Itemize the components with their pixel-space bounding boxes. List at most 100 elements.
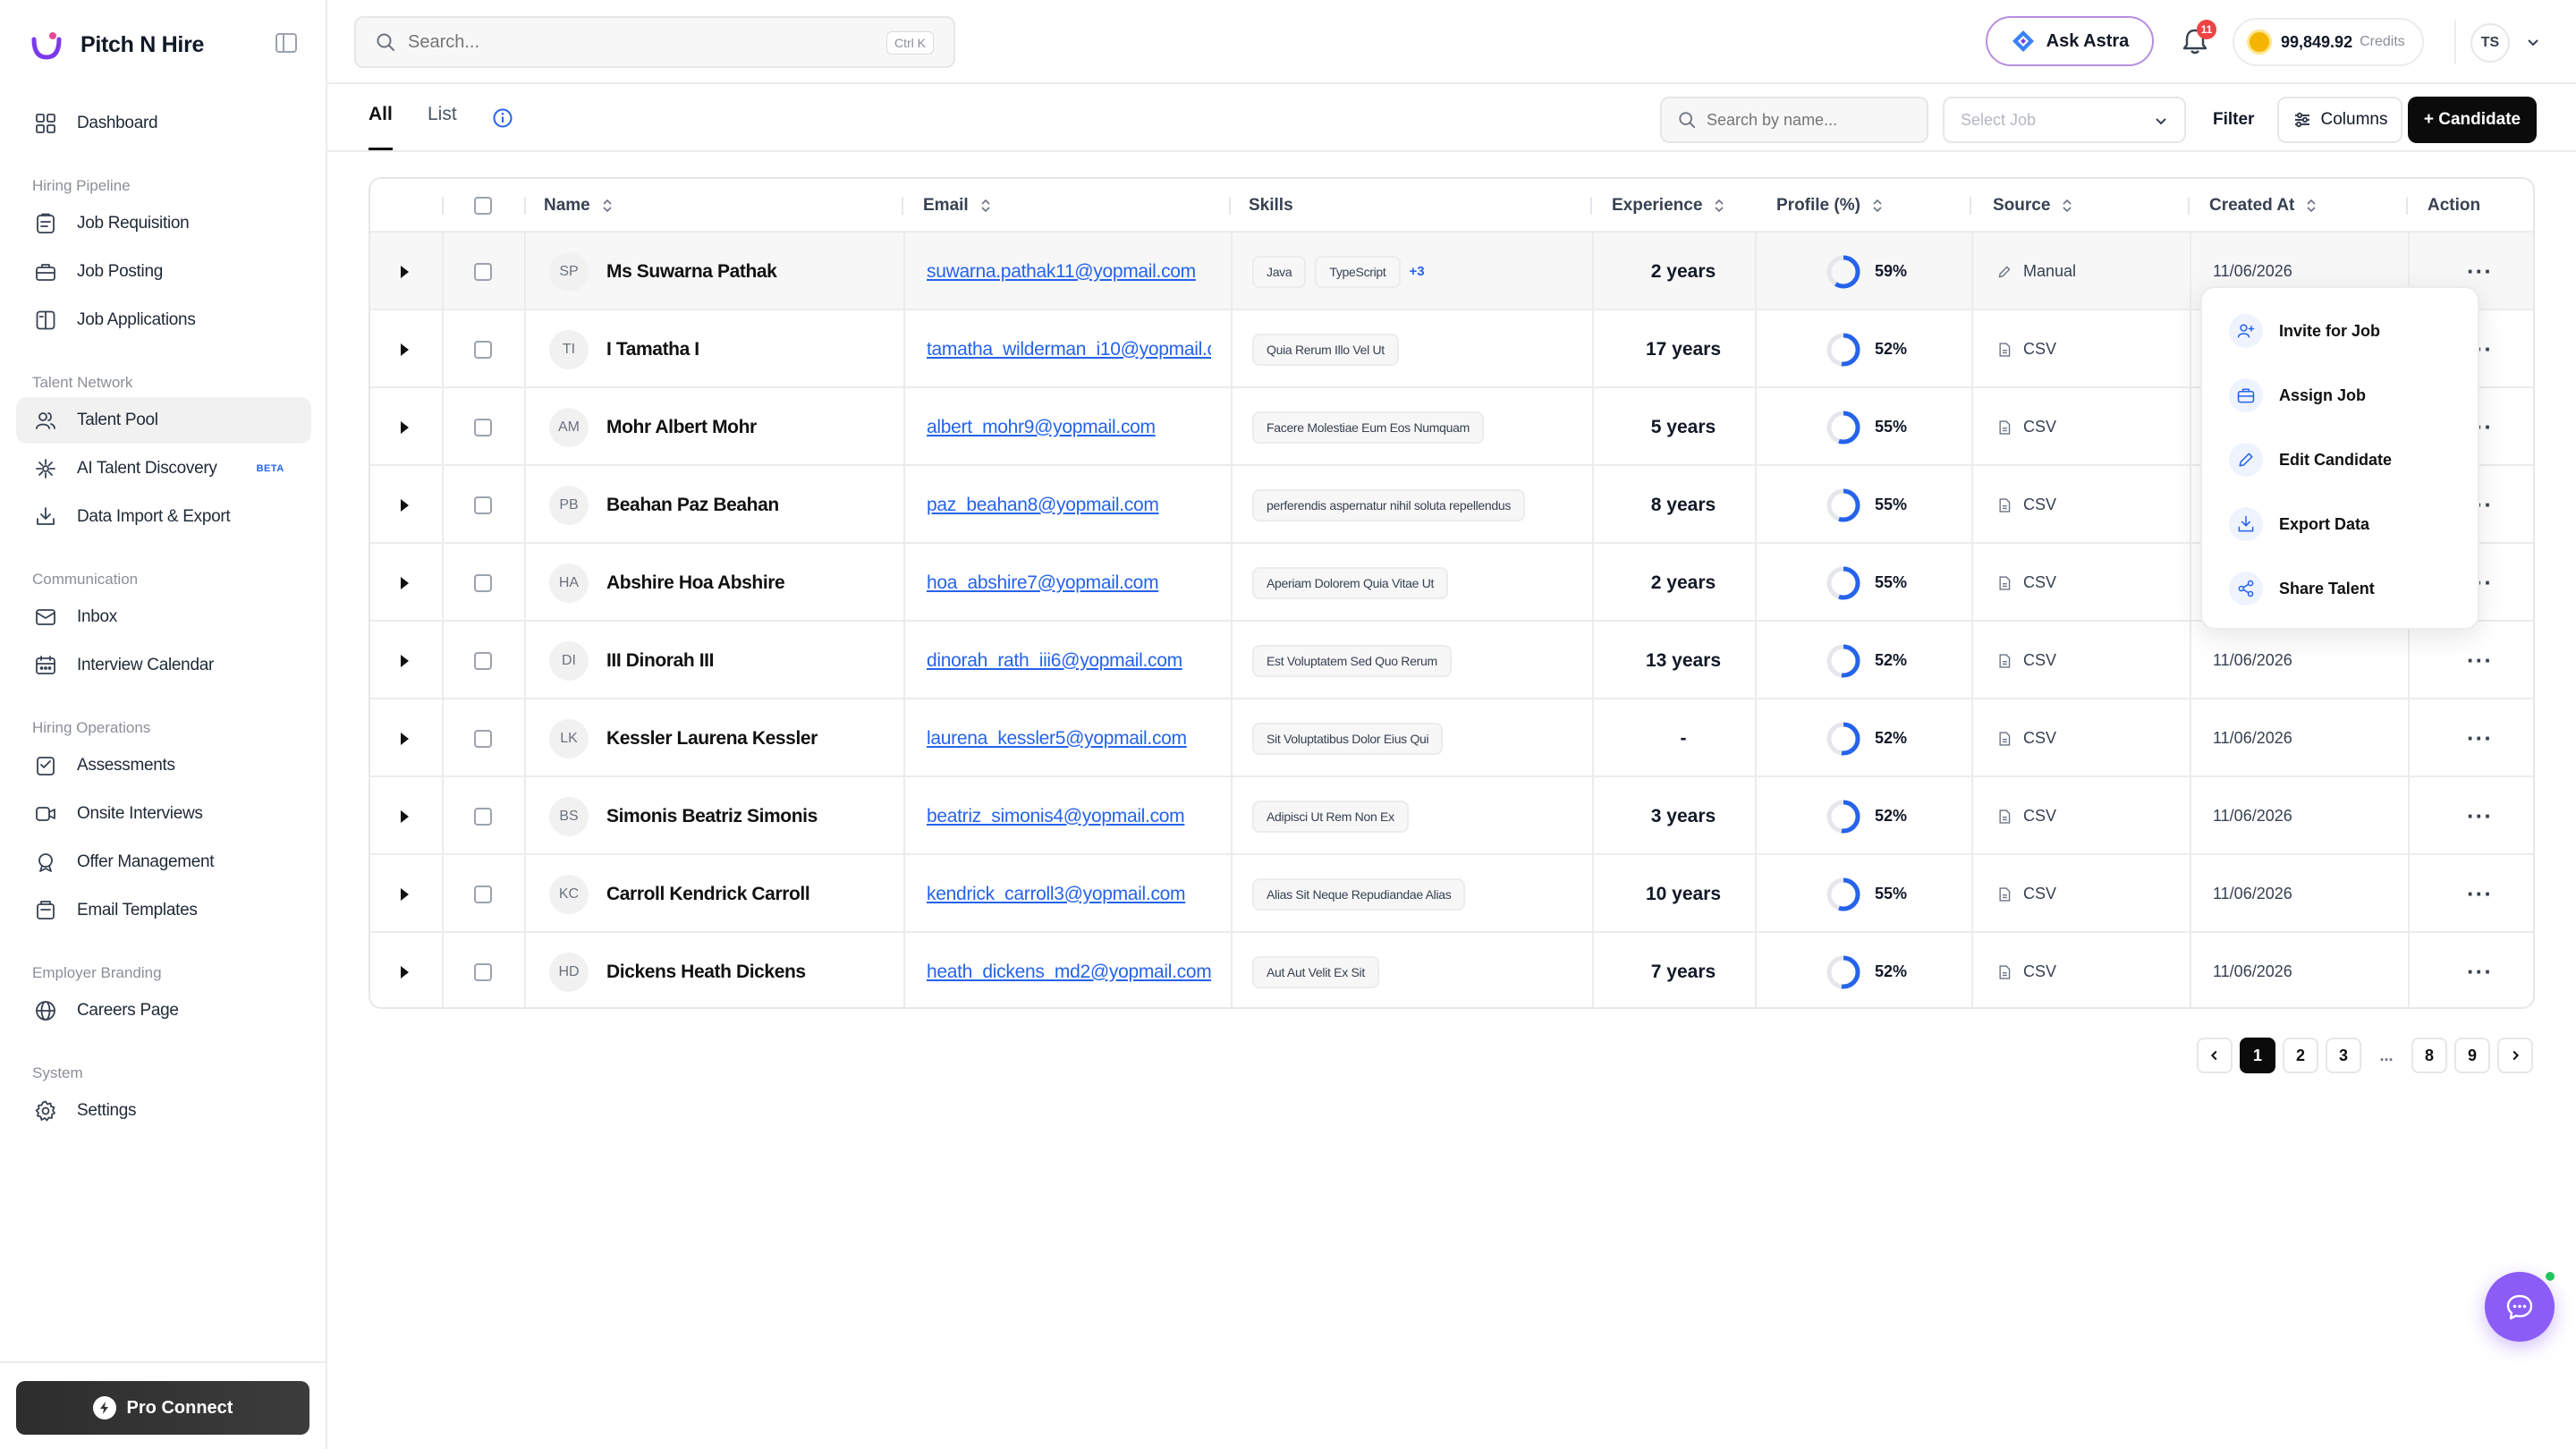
- job-select[interactable]: Select Job: [1943, 97, 2186, 143]
- candidate-name-cell[interactable]: DI III Dinorah III: [549, 622, 714, 699]
- candidate-name-cell[interactable]: TI I Tamatha I: [549, 310, 699, 388]
- page-button-9[interactable]: 9: [2454, 1038, 2490, 1073]
- sidebar-item-job-applications[interactable]: Job Applications: [16, 297, 311, 343]
- table-row[interactable]: HD Dickens Heath Dickens heath_dickens_md2…: [370, 933, 2533, 1007]
- header-created[interactable]: Created At: [2209, 179, 2318, 233]
- row-checkbox[interactable]: [474, 933, 492, 1007]
- row-actions-button[interactable]: ···: [2467, 622, 2493, 699]
- row-actions-button[interactable]: ···: [2467, 855, 2493, 933]
- row-actions-button[interactable]: ···: [2467, 777, 2493, 855]
- candidate-email-link[interactable]: beatriz_simonis4@yopmail.com: [927, 806, 1211, 827]
- row-checkbox[interactable]: [474, 777, 492, 855]
- sidebar-item-email-templates[interactable]: Email Templates: [16, 887, 311, 934]
- tab-list[interactable]: List: [428, 104, 457, 150]
- expand-row-button[interactable]: [401, 310, 409, 388]
- menu-item-invite-for-job[interactable]: Invite for Job: [2202, 299, 2478, 363]
- header-profile[interactable]: Profile (%): [1776, 179, 1884, 233]
- row-checkbox[interactable]: [474, 544, 492, 622]
- sidebar-item-assessments[interactable]: Assessments: [16, 742, 311, 789]
- candidate-email-link[interactable]: tamatha_wilderman_i10@yopmail.com: [927, 339, 1211, 360]
- expand-row-button[interactable]: [401, 466, 409, 544]
- user-avatar[interactable]: TS: [2470, 23, 2510, 63]
- page-button-8[interactable]: 8: [2411, 1038, 2447, 1073]
- table-row[interactable]: KC Carroll Kendrick Carroll kendrick_carro…: [370, 855, 2533, 933]
- candidate-email-link[interactable]: dinorah_rath_iii6@yopmail.com: [927, 650, 1211, 672]
- candidate-name-cell[interactable]: LK Kessler Laurena Kessler: [549, 699, 818, 777]
- select-all-checkbox[interactable]: [474, 179, 492, 233]
- sidebar-item-data-import-export[interactable]: Data Import & Export: [16, 494, 311, 540]
- name-search[interactable]: [1660, 97, 1928, 143]
- credits-pill[interactable]: 99,849.92 Credits: [2233, 18, 2424, 66]
- page-button-1[interactable]: 1: [2240, 1038, 2275, 1073]
- global-search[interactable]: Ctrl K: [354, 16, 955, 68]
- candidate-email-link[interactable]: laurena_kessler5@yopmail.com: [927, 728, 1211, 750]
- chevron-down-icon[interactable]: [2524, 34, 2542, 52]
- sidebar-item-interview-calendar[interactable]: Interview Calendar: [16, 642, 311, 689]
- candidate-email-link[interactable]: paz_beahan8@yopmail.com: [927, 495, 1211, 516]
- add-candidate-button[interactable]: + Candidate: [2408, 97, 2537, 143]
- pro-connect-button[interactable]: Pro Connect: [16, 1381, 309, 1435]
- expand-row-button[interactable]: [401, 933, 409, 1007]
- candidate-name-cell[interactable]: BS Simonis Beatriz Simonis: [549, 777, 818, 855]
- candidate-name-cell[interactable]: PB Beahan Paz Beahan: [549, 466, 779, 544]
- sidebar-item-job-requisition[interactable]: Job Requisition: [16, 200, 311, 247]
- candidate-email-link[interactable]: albert_mohr9@yopmail.com: [927, 417, 1211, 438]
- page-button-3[interactable]: 3: [2326, 1038, 2361, 1073]
- row-checkbox[interactable]: [474, 388, 492, 466]
- row-checkbox[interactable]: [474, 466, 492, 544]
- sort-icon[interactable]: [601, 198, 614, 214]
- row-checkbox[interactable]: [474, 855, 492, 933]
- next-page-button[interactable]: [2497, 1038, 2533, 1073]
- menu-item-share-talent[interactable]: Share Talent: [2202, 556, 2478, 621]
- prev-page-button[interactable]: [2197, 1038, 2233, 1073]
- sort-icon[interactable]: [2305, 198, 2318, 214]
- more-skills-link[interactable]: +3: [1410, 264, 1425, 279]
- sidebar-item-job-posting[interactable]: Job Posting: [16, 249, 311, 295]
- sort-icon[interactable]: [1713, 198, 1725, 214]
- row-checkbox[interactable]: [474, 310, 492, 388]
- sidebar-collapse-icon[interactable]: [274, 30, 299, 55]
- sidebar-item-settings[interactable]: Settings: [16, 1088, 311, 1134]
- sidebar-item-talent-pool[interactable]: Talent Pool: [16, 397, 311, 444]
- sidebar-item-dashboard[interactable]: Dashboard: [16, 100, 311, 147]
- tab-all[interactable]: All: [369, 104, 393, 150]
- candidate-name-cell[interactable]: AM Mohr Albert Mohr: [549, 388, 757, 466]
- row-actions-button[interactable]: ···: [2467, 933, 2493, 1007]
- filter-button[interactable]: Filter: [2199, 97, 2268, 143]
- sidebar-item-ai-talent-discovery[interactable]: AI Talent Discovery BETA: [16, 445, 311, 492]
- expand-row-button[interactable]: [401, 855, 409, 933]
- row-checkbox[interactable]: [474, 622, 492, 699]
- header-experience[interactable]: Experience: [1612, 179, 1725, 233]
- columns-button[interactable]: Columns: [2277, 97, 2402, 143]
- sidebar-item-onsite-interviews[interactable]: Onsite Interviews: [16, 791, 311, 837]
- menu-item-assign-job[interactable]: Assign Job: [2202, 363, 2478, 428]
- header-name[interactable]: Name: [544, 179, 614, 233]
- expand-row-button[interactable]: [401, 699, 409, 777]
- info-icon[interactable]: [492, 107, 513, 129]
- sidebar-item-inbox[interactable]: Inbox: [16, 594, 311, 640]
- candidate-name-cell[interactable]: HA Abshire Hoa Abshire: [549, 544, 785, 622]
- candidate-email-link[interactable]: hoa_abshire7@yopmail.com: [927, 572, 1211, 594]
- sidebar-item-careers-page[interactable]: Careers Page: [16, 987, 311, 1034]
- candidate-email-link[interactable]: suwarna.pathak11@yopmail.com: [927, 261, 1211, 283]
- sidebar-item-offer-management[interactable]: Offer Management: [16, 839, 311, 886]
- header-email[interactable]: Email: [923, 179, 992, 233]
- brand[interactable]: Pitch N Hire: [29, 25, 204, 64]
- candidate-name-cell[interactable]: SP Ms Suwarna Pathak: [549, 233, 777, 310]
- candidate-email-link[interactable]: kendrick_carroll3@yopmail.com: [927, 884, 1211, 905]
- expand-row-button[interactable]: [401, 388, 409, 466]
- table-row[interactable]: BS Simonis Beatriz Simonis beatriz_simonis…: [370, 777, 2533, 855]
- chat-button[interactable]: [2485, 1272, 2555, 1342]
- row-actions-button[interactable]: ···: [2467, 699, 2493, 777]
- header-source[interactable]: Source: [1993, 179, 2073, 233]
- table-row[interactable]: DI III Dinorah III dinorah_rath_iii6@yopma…: [370, 622, 2533, 699]
- sort-icon[interactable]: [1871, 198, 1884, 214]
- expand-row-button[interactable]: [401, 544, 409, 622]
- sort-icon[interactable]: [979, 198, 992, 214]
- row-checkbox[interactable]: [474, 699, 492, 777]
- expand-row-button[interactable]: [401, 622, 409, 699]
- page-button-2[interactable]: 2: [2283, 1038, 2318, 1073]
- row-checkbox[interactable]: [474, 233, 492, 310]
- candidate-name-cell[interactable]: KC Carroll Kendrick Carroll: [549, 855, 810, 933]
- name-search-input[interactable]: [1707, 110, 1912, 130]
